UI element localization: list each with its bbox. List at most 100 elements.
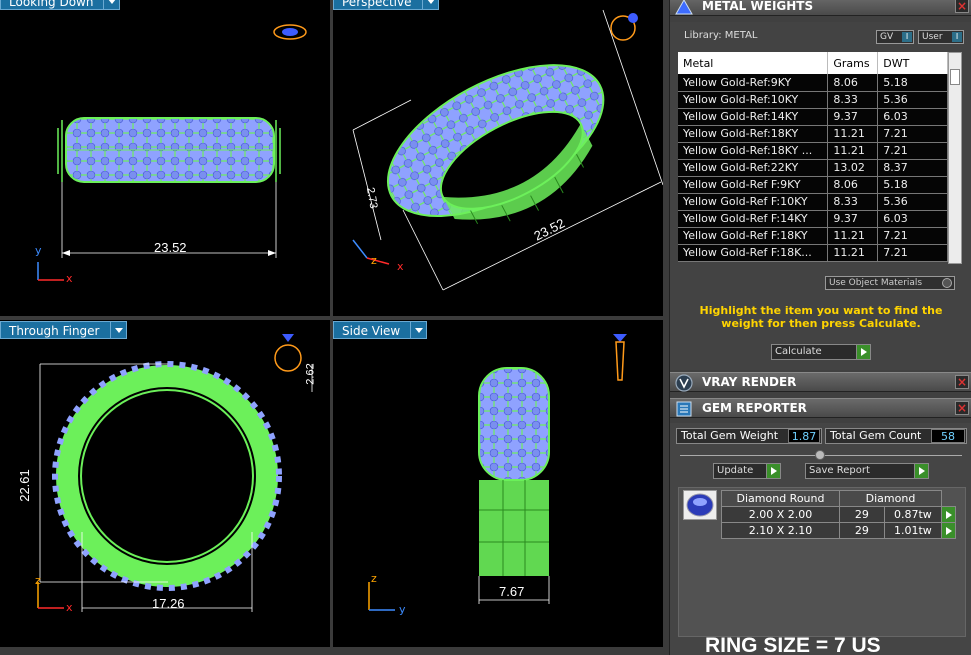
metal-name: Yellow Gold-Ref:18KY ... (678, 142, 829, 160)
table-row[interactable]: Yellow Gold-Ref:9KY 8.06 5.18 (678, 74, 948, 92)
chevron-down-icon[interactable] (410, 322, 427, 338)
save-report-button[interactable]: Save Report (805, 463, 929, 479)
vray-icon (674, 374, 694, 392)
use-object-materials-toggle[interactable]: Use Object Materials (825, 276, 955, 290)
chevron-down-icon[interactable] (103, 0, 120, 9)
dimension-label: 22.61 (16, 469, 32, 502)
metal-name: Yellow Gold-Ref:9KY (678, 74, 829, 92)
tab-side-view[interactable]: Side View (333, 321, 428, 339)
grams-value: 8.06 (827, 176, 879, 194)
viewport-through-finger[interactable]: Through Finger 22.61 17.26 2.62 z x (0, 320, 330, 647)
gem-count: 29 (839, 506, 885, 523)
metal-name: Yellow Gold-Ref:14KY (678, 108, 829, 126)
column-header[interactable]: DWT (877, 52, 948, 74)
table-row[interactable]: 2.10 X 2.10 29 1.01tw (721, 522, 956, 539)
chevron-down-icon[interactable] (109, 322, 126, 338)
close-icon[interactable]: × (955, 401, 969, 415)
metal-weights-header[interactable]: METAL WEIGHTS × (670, 0, 971, 16)
dwt-value: 5.18 (877, 74, 948, 92)
gem-reporter-icon (674, 400, 694, 417)
gem-weight: 0.87tw (883, 506, 943, 523)
dwt-value: 7.21 (877, 125, 948, 143)
table-row[interactable]: Yellow Gold-Ref F:9KY 8.06 5.18 (678, 176, 948, 194)
right-panel: METAL WEIGHTS × Library: METAL GV I User I… (669, 0, 971, 655)
dwt-value: 7.21 (877, 142, 948, 160)
table-row[interactable]: Yellow Gold-Ref F:18KY 11.21 7.21 (678, 227, 948, 245)
vray-render-header[interactable]: VRAY RENDER × (670, 372, 971, 392)
tab-through-finger[interactable]: Through Finger (0, 321, 127, 339)
table-row[interactable]: Yellow Gold-Ref:14KY 9.37 6.03 (678, 108, 948, 126)
total-gem-count-value: 58 (931, 429, 965, 443)
instructions-text: Highlight the item you want to find the … (699, 304, 943, 330)
calculate-button[interactable]: Calculate (771, 344, 871, 360)
toggle-indicator-icon: I (952, 32, 962, 42)
grams-value: 11.21 (827, 227, 879, 245)
dwt-value: 7.21 (877, 227, 948, 245)
radio-icon (942, 278, 952, 288)
grams-value: 9.37 (827, 108, 879, 126)
tab-looking-down[interactable]: Looking Down (0, 0, 121, 10)
dwt-value: 8.37 (877, 159, 948, 177)
close-icon[interactable]: × (955, 375, 969, 389)
update-button[interactable]: Update (713, 463, 781, 479)
axis-z-label: z (371, 572, 377, 585)
column-header[interactable]: Grams (827, 52, 879, 74)
table-row[interactable]: Yellow Gold-Ref F:14KY 9.37 6.03 (678, 210, 948, 228)
chevron-down-icon[interactable] (421, 0, 438, 9)
grams-value: 11.21 (827, 142, 879, 160)
play-icon (766, 464, 780, 478)
table-row[interactable]: Yellow Gold-Ref F:18K... 11.21 7.21 (678, 244, 948, 262)
diamond-round-icon (683, 490, 717, 520)
gem-table-header: Diamond Round Diamond (721, 490, 956, 507)
side-view-render (368, 334, 627, 611)
axis-x-label: x (66, 601, 73, 614)
dwt-value: 5.36 (877, 193, 948, 211)
table-row[interactable]: 2.00 X 2.00 29 0.87tw (721, 506, 956, 523)
metal-table-header: Metal Grams DWT (678, 52, 948, 74)
slider-handle[interactable] (815, 450, 825, 460)
tab-perspective[interactable]: Perspective (333, 0, 439, 10)
viewport-perspective[interactable]: Perspective 23.52 2.73 z x (333, 0, 663, 316)
looking-down-render (37, 24, 307, 281)
column-header: Diamond (839, 490, 942, 507)
metal-name: Yellow Gold-Ref F:10KY (678, 193, 829, 211)
total-gem-weight-value: 1.87 (788, 429, 820, 443)
table-row[interactable]: Yellow Gold-Ref F:10KY 8.33 5.36 (678, 193, 948, 211)
metal-weights-icon (674, 0, 694, 15)
close-icon[interactable]: × (955, 0, 969, 13)
metal-name: Yellow Gold-Ref F:18K... (678, 244, 829, 262)
dwt-value: 6.03 (877, 108, 948, 126)
table-row[interactable]: Yellow Gold-Ref:18KY ... 11.21 7.21 (678, 142, 948, 160)
metal-table: Metal Grams DWT Yellow Gold-Ref:9KY 8.06 5… (678, 52, 948, 262)
gem-size: 2.00 X 2.00 (721, 506, 840, 523)
dimension-label: 23.52 (154, 240, 187, 255)
grams-value: 8.33 (827, 91, 879, 109)
axis-x-label: x (397, 260, 404, 273)
table-row[interactable]: Yellow Gold-Ref:22KY 13.02 8.37 (678, 159, 948, 177)
column-header: Diamond Round (721, 490, 840, 507)
dwt-value: 5.36 (877, 91, 948, 109)
dwt-value: 5.18 (877, 176, 948, 194)
viewport-looking-down[interactable]: Looking Down 23.52 y x (0, 0, 330, 316)
user-toggle[interactable]: User I (918, 30, 964, 44)
gem-reporter-header[interactable]: GEM REPORTER × (670, 398, 971, 418)
gem-list: Diamond Round Diamond 2.00 X 2.00 29 0.8… (678, 487, 966, 655)
play-icon[interactable] (941, 506, 956, 523)
ring-size-text: RING SIZE = 7 US (705, 634, 881, 655)
dwt-value: 6.03 (877, 210, 948, 228)
axis-x-label: x (66, 272, 73, 285)
table-row[interactable]: Yellow Gold-Ref:10KY 8.33 5.36 (678, 91, 948, 109)
gem-size: 2.10 X 2.10 (721, 522, 840, 539)
scrollbar-thumb[interactable] (950, 69, 960, 85)
table-row[interactable]: Yellow Gold-Ref:18KY 11.21 7.21 (678, 125, 948, 143)
metal-name: Yellow Gold-Ref F:18KY (678, 227, 829, 245)
column-header[interactable]: Metal (678, 52, 829, 74)
dimension-label: 7.67 (499, 584, 525, 599)
play-icon[interactable] (941, 522, 956, 539)
grams-value: 13.02 (827, 159, 879, 177)
metal-name: Yellow Gold-Ref F:9KY (678, 176, 829, 194)
table-scrollbar[interactable] (948, 52, 962, 264)
viewport-side-view[interactable]: Side View 7.67 z y (333, 320, 663, 647)
grams-value: 8.33 (827, 193, 879, 211)
gv-toggle[interactable]: GV I (876, 30, 914, 44)
